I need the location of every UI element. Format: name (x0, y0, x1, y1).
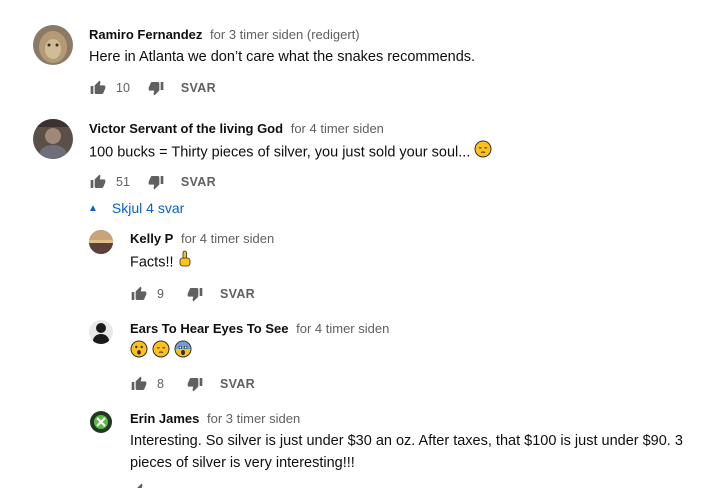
pointing-up-icon (178, 250, 192, 275)
hide-replies-label: Skjul 4 svar (111, 200, 185, 216)
timestamp[interactable]: for 4 timer siden (296, 321, 389, 336)
hide-replies-toggle[interactable]: ▲ Skjul 4 svar (88, 200, 184, 216)
dislike-icon[interactable] (186, 285, 204, 303)
like-icon[interactable] (130, 375, 148, 393)
author-name[interactable]: Victor Servant of the living God (89, 121, 283, 136)
comment-text: Here in Atlanta we don’t care what the s… (89, 49, 476, 65)
like-count: 51 (116, 175, 130, 189)
author-name[interactable]: Erin James (130, 411, 199, 426)
author-name[interactable]: Ramiro Fernandez (89, 27, 202, 42)
cropped-like-icon[interactable] (132, 483, 146, 488)
comment-text: Interesting. So silver is just under $30… (130, 430, 695, 474)
timestamp[interactable]: for 4 timer siden (181, 231, 274, 246)
dislike-icon[interactable] (186, 375, 204, 393)
pensive-face-icon (152, 340, 170, 365)
author-name[interactable]: Kelly P (130, 231, 173, 246)
reply-button[interactable]: SVAR (220, 287, 255, 301)
avatar[interactable] (89, 320, 113, 344)
dislike-icon[interactable] (147, 79, 165, 97)
comment-text-content: Facts!! (130, 254, 174, 271)
comment-header: Erin James for 3 timer siden (130, 411, 300, 426)
author-name[interactable]: Ears To Hear Eyes To See (130, 321, 288, 336)
astonished-face-icon (130, 340, 148, 365)
like-icon[interactable] (89, 173, 107, 191)
comment-text-content: 100 bucks = Thirty pieces of silver, you… (89, 144, 471, 161)
like-icon[interactable] (130, 285, 148, 303)
avatar[interactable] (33, 119, 73, 159)
like-count: 10 (116, 81, 130, 95)
comment-actions: 51 SVAR (89, 172, 216, 192)
avatar[interactable] (33, 25, 73, 65)
screaming-face-icon (174, 340, 192, 365)
comment-text (130, 340, 192, 365)
reply-button[interactable]: SVAR (220, 377, 255, 391)
comment-header: Ears To Hear Eyes To See for 4 timer sid… (130, 321, 389, 336)
avatar[interactable] (89, 410, 113, 434)
comment-actions: 10 SVAR (89, 78, 216, 98)
comment-text: 100 bucks = Thirty pieces of silver, you… (89, 140, 492, 165)
avatar[interactable] (89, 230, 113, 254)
timestamp[interactable]: for 4 timer siden (291, 121, 384, 136)
timestamp[interactable]: for 3 timer siden (redigert) (210, 27, 360, 42)
pensive-face-icon (474, 140, 492, 165)
comment-actions: 8 SVAR (130, 374, 255, 394)
caret-up-icon: ▲ (88, 202, 98, 214)
comment-header: Ramiro Fernandez for 3 timer siden (redi… (89, 27, 360, 42)
comment-header: Victor Servant of the living God for 4 t… (89, 121, 384, 136)
comment-header: Kelly P for 4 timer siden (130, 231, 274, 246)
comment-text: Facts!! (130, 250, 192, 275)
dislike-icon[interactable] (147, 173, 165, 191)
reply-button[interactable]: SVAR (181, 81, 216, 95)
like-count: 9 (157, 287, 164, 301)
reply-button[interactable]: SVAR (181, 175, 216, 189)
comment-text-line: pieces of silver is very interesting!!! (130, 455, 355, 471)
comment-actions: 9 SVAR (130, 284, 255, 304)
like-icon[interactable] (89, 79, 107, 97)
like-count: 8 (157, 377, 164, 391)
timestamp[interactable]: for 3 timer siden (207, 411, 300, 426)
comment-text-line: Interesting. So silver is just under $30… (130, 433, 683, 449)
